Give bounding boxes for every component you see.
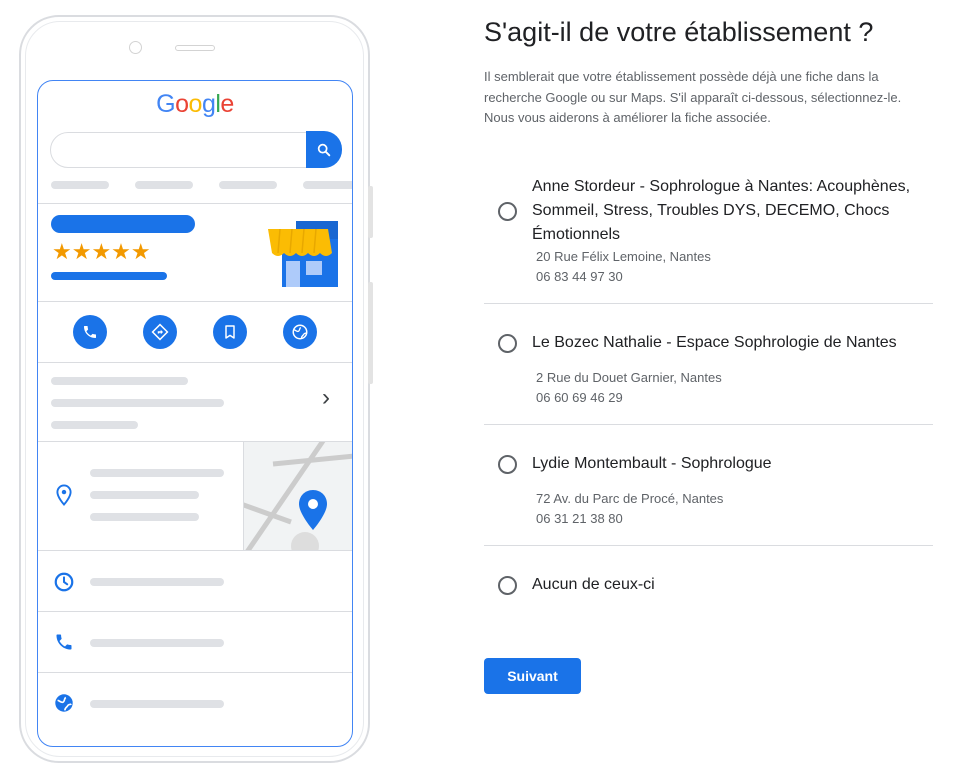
- placeholder-bar: [90, 469, 224, 477]
- business-address: 20 Rue Félix Lemoine, Nantes: [536, 249, 711, 264]
- placeholder-bar: [135, 181, 193, 189]
- page-title: S'agit-il de votre établissement ?: [484, 17, 874, 47]
- google-logo: Google: [156, 90, 234, 118]
- placeholder-bar: [51, 377, 188, 385]
- placeholder-bar: [51, 181, 109, 189]
- bookmark-icon: [213, 315, 247, 349]
- divider: [38, 550, 352, 551]
- placeholder-bar: [90, 578, 224, 586]
- clock-icon: [54, 572, 74, 592]
- divider: [38, 611, 352, 612]
- divider: [484, 424, 933, 425]
- divider: [38, 203, 352, 204]
- business-phone: 06 31 21 38 80: [536, 511, 623, 526]
- search-bar-illustration: [50, 131, 342, 168]
- business-phone: 06 83 44 97 30: [536, 269, 623, 284]
- none-of-these-option[interactable]: Aucun de ceux-ci: [484, 573, 932, 601]
- placeholder-bar: [51, 421, 138, 429]
- business-address: 2 Rue du Douet Garnier, Nantes: [536, 370, 722, 385]
- divider: [243, 442, 244, 550]
- divider: [38, 672, 352, 673]
- next-button[interactable]: Suivant: [484, 658, 581, 694]
- business-option[interactable]: Anne Stordeur - Sophrologue à Nantes: Ac…: [484, 175, 932, 287]
- business-name-placeholder: [51, 215, 195, 233]
- business-address: 72 Av. du Parc de Procé, Nantes: [536, 491, 724, 506]
- storefront-icon: [268, 221, 338, 287]
- business-name: Lydie Montembault - Sophrologue: [532, 455, 772, 472]
- intro-text: Il semblerait que votre établissement po…: [484, 69, 902, 125]
- placeholder-bar: [90, 700, 224, 708]
- map-thumbnail: [243, 442, 352, 550]
- phone-side-button: [368, 282, 373, 384]
- divider: [484, 303, 933, 304]
- phone-side-button: [368, 186, 373, 238]
- business-option[interactable]: Lydie Montembault - Sophrologue 72 Av. d…: [484, 452, 932, 532]
- placeholder-bar: [303, 181, 352, 189]
- radio-button[interactable]: [498, 455, 517, 474]
- business-name: Anne Stordeur - Sophrologue à Nantes: Ac…: [532, 178, 911, 243]
- radio-button[interactable]: [498, 202, 517, 221]
- placeholder-bar: [90, 513, 199, 521]
- globe-icon: [283, 315, 317, 349]
- divider: [484, 545, 933, 546]
- placeholder-bar: [219, 181, 277, 189]
- phone-camera: [129, 41, 142, 54]
- divider: [38, 362, 352, 363]
- phone-icon: [56, 634, 72, 650]
- placeholder-bar: [51, 399, 224, 407]
- business-name: Aucun de ceux-ci: [532, 576, 655, 593]
- phone-screen: Google ★★★★★ ›: [37, 80, 353, 747]
- location-pin-icon: [56, 484, 72, 506]
- placeholder-bar: [90, 491, 199, 499]
- business-name: Le Bozec Nathalie - Espace Sophrologie d…: [532, 334, 897, 351]
- divider: [38, 301, 352, 302]
- radio-button[interactable]: [498, 334, 517, 353]
- search-icon: [306, 131, 342, 168]
- globe-icon: [55, 694, 73, 712]
- phone-icon: [73, 315, 107, 349]
- placeholder-bar: [90, 639, 224, 647]
- business-option[interactable]: Le Bozec Nathalie - Espace Sophrologie d…: [484, 331, 932, 411]
- business-category-placeholder: [51, 272, 167, 280]
- chevron-right-icon: ›: [322, 384, 330, 411]
- directions-icon: [143, 315, 177, 349]
- business-phone: 06 60 69 46 29: [536, 390, 623, 405]
- phone-speaker: [175, 45, 215, 51]
- rating-stars: ★★★★★: [52, 239, 151, 264]
- radio-button[interactable]: [498, 576, 517, 595]
